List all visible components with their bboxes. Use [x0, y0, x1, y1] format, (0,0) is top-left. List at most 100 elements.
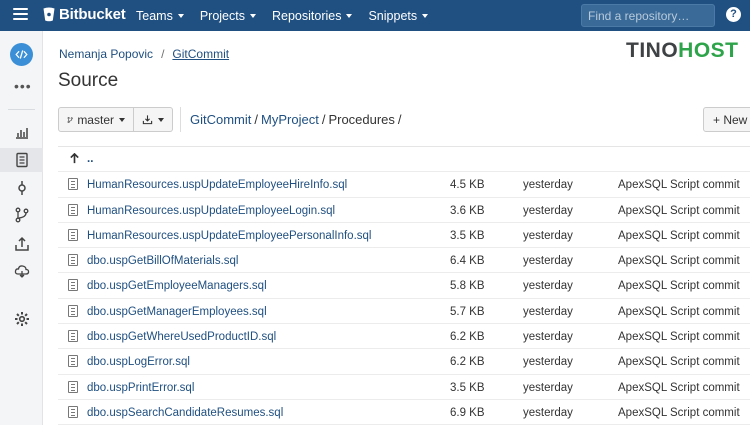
file-name-link[interactable]: dbo.uspGetBillOfMaterials.sql [87, 255, 238, 267]
settings-icon[interactable] [13, 310, 30, 327]
commit-message-link[interactable]: ApexSQL Script commit [618, 306, 740, 318]
file-name-link[interactable]: HumanResources.uspUpdateEmployeeHireInfo… [87, 179, 347, 191]
file-size: 3.5 KB [450, 381, 485, 394]
parent-directory-row[interactable]: .. [58, 147, 750, 173]
commits-icon[interactable] [13, 179, 30, 196]
file-size: 6.2 KB [450, 331, 485, 344]
chevron-down-icon [346, 13, 353, 18]
commit-message-link[interactable]: ApexSQL Script commit [618, 356, 740, 368]
file-icon [68, 228, 78, 241]
file-date: yesterday [523, 255, 573, 268]
path-segment-gitcommit[interactable]: GitCommit [190, 112, 251, 127]
file-name-link[interactable]: dbo.uspGetWhereUsedProductID.sql [87, 331, 276, 343]
file-date: yesterday [523, 406, 573, 419]
file-row[interactable]: dbo.uspLogError.sql 6.2 KB yesterday ApexSQ… [58, 349, 750, 375]
source-code-icon[interactable] [10, 43, 33, 66]
file-date: yesterday [523, 179, 573, 192]
file-row[interactable]: dbo.uspGetEmployeeManagers.sql 5.8 KB yest… [58, 273, 750, 299]
commit-message-link[interactable]: ApexSQL Script commit [618, 280, 740, 292]
file-name-link[interactable]: HumanResources.uspUpdateEmployeePersonal… [87, 230, 371, 242]
file-icon [68, 279, 78, 292]
file-date: yesterday [523, 280, 573, 293]
parent-directory-link[interactable]: .. [87, 153, 93, 165]
file-name-link[interactable]: dbo.uspPrintError.sql [87, 382, 194, 394]
commit-message-link[interactable]: ApexSQL Script commit [618, 205, 740, 217]
path-separator: / [397, 112, 402, 127]
file-row[interactable]: dbo.uspSearchCandidateResumes.sql 6.9 KB y… [58, 400, 750, 425]
tinohost-watermark: TINOHOST [626, 39, 739, 63]
file-icon [68, 203, 78, 216]
file-icon [68, 355, 78, 368]
path-segment-myproject[interactable]: MyProject [261, 112, 319, 127]
chevron-down-icon [177, 13, 184, 18]
chevron-down-icon [158, 117, 164, 122]
deploy-icon[interactable] [13, 235, 30, 252]
source-icon[interactable] [0, 148, 43, 172]
branches-icon[interactable] [13, 206, 30, 223]
commit-message-link[interactable]: ApexSQL Script commit [618, 382, 740, 394]
download-button[interactable] [134, 107, 173, 132]
file-name-link[interactable]: dbo.uspGetManagerEmployees.sql [87, 306, 267, 318]
source-toolbar: master [58, 107, 173, 132]
breadcrumb-repo-link[interactable]: GitCommit [172, 47, 229, 61]
main-menu: Teams Projects Repositories Snippets [136, 0, 444, 31]
file-name-link[interactable]: dbo.uspGetEmployeeManagers.sql [87, 280, 267, 292]
file-icon [68, 405, 78, 418]
file-size: 3.5 KB [450, 229, 485, 242]
file-size: 5.8 KB [450, 280, 485, 293]
file-row[interactable]: HumanResources.uspUpdateEmployeeLogin.sq… [58, 198, 750, 223]
file-icon [68, 178, 78, 191]
sidebar-divider [8, 109, 35, 110]
file-name-link[interactable]: dbo.uspSearchCandidateResumes.sql [87, 407, 283, 419]
download-icon [142, 115, 153, 125]
file-date: yesterday [523, 305, 573, 318]
commit-message-link[interactable]: ApexSQL Script commit [618, 255, 740, 267]
file-row[interactable]: dbo.uspGetBillOfMaterials.sql 6.4 KB yeste… [58, 248, 750, 274]
new-file-button[interactable]: + New [703, 107, 750, 132]
breadcrumb-owner-link[interactable]: Nemanja Popovic [59, 47, 153, 61]
file-size: 4.5 KB [450, 179, 485, 192]
repository-search-input[interactable] [581, 4, 715, 27]
top-navigation-bar: Bitbucket Teams Projects Repositories Sn… [0, 0, 750, 31]
file-path: GitCommit / MyProject / Procedures / [190, 112, 405, 127]
path-separator: / [254, 112, 259, 127]
logo-text: Bitbucket [59, 6, 126, 23]
menu-snippets[interactable]: Snippets [368, 0, 429, 31]
watermark-part1: TINO [626, 39, 679, 62]
menu-projects-label: Projects [199, 8, 245, 23]
help-icon[interactable]: ? [726, 7, 741, 22]
file-size: 6.9 KB [450, 406, 485, 419]
commit-message-link[interactable]: ApexSQL Script commit [618, 407, 740, 419]
toolbar-divider [180, 107, 181, 132]
file-row[interactable]: dbo.uspGetWhereUsedProductID.sql 6.2 KB ye… [58, 324, 750, 350]
branch-icon [67, 116, 73, 123]
file-size: 6.4 KB [450, 255, 485, 268]
file-name-link[interactable]: HumanResources.uspUpdateEmployeeLogin.sq… [87, 205, 335, 217]
menu-projects[interactable]: Projects [200, 0, 256, 31]
menu-teams[interactable]: Teams [136, 0, 184, 31]
file-icon [68, 330, 78, 343]
file-size: 3.6 KB [450, 204, 485, 217]
file-row[interactable]: HumanResources.uspUpdateEmployeeHireInfo… [58, 172, 750, 198]
file-row[interactable]: dbo.uspPrintError.sql 3.5 KB yesterday Apex… [58, 375, 750, 400]
file-date: yesterday [523, 229, 573, 242]
menu-repositories-label: Repositories [271, 8, 342, 23]
overview-icon[interactable] [13, 123, 30, 140]
menu-teams-label: Teams [136, 8, 173, 23]
file-row[interactable]: dbo.uspGetManagerEmployees.sql 5.7 KB yest… [58, 299, 750, 325]
bitbucket-logo[interactable]: Bitbucket [43, 6, 126, 23]
branch-selector-button[interactable]: master [58, 107, 134, 132]
file-list: .. HumanResources.uspUpdateEmployeeHireI… [58, 146, 750, 425]
commit-message-link[interactable]: ApexSQL Script commit [618, 230, 740, 242]
hamburger-menu-icon[interactable] [13, 8, 28, 22]
more-icon[interactable]: ••• [14, 79, 32, 93]
file-name-link[interactable]: dbo.uspLogError.sql [87, 356, 190, 368]
pipelines-icon[interactable] [13, 262, 30, 279]
path-separator: / [321, 112, 326, 127]
commit-message-link[interactable]: ApexSQL Script commit [618, 331, 740, 343]
commit-message-link[interactable]: ApexSQL Script commit [618, 179, 740, 191]
menu-repositories[interactable]: Repositories [271, 0, 353, 31]
file-size: 5.7 KB [450, 305, 485, 318]
file-date: yesterday [523, 356, 573, 369]
file-row[interactable]: HumanResources.uspUpdateEmployeePersonal… [58, 223, 750, 249]
